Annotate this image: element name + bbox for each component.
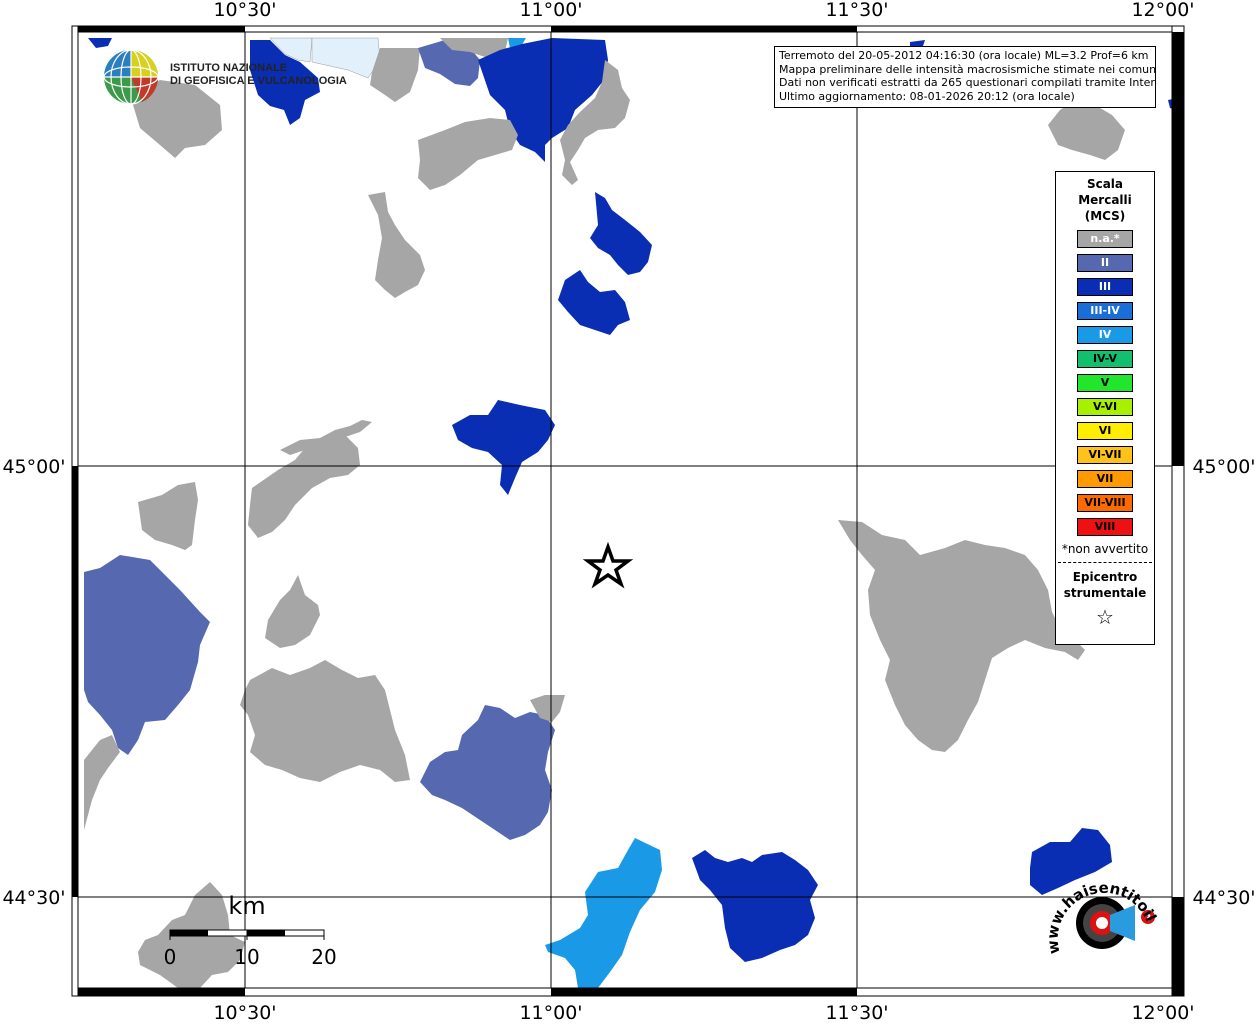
lat-tick-right: 44°30' — [1192, 887, 1255, 909]
legend-divider — [1058, 562, 1152, 563]
legend-star-icon: ☆ — [1096, 605, 1114, 629]
legend-title-line: (MCS) — [1084, 209, 1126, 223]
ingv-logo: ISTITUTO NAZIONALE DI GEOFISICA E VULCAN… — [102, 48, 347, 110]
legend-title: Scala Mercalli (MCS) — [1056, 176, 1154, 224]
info-line: Ultimo aggiornamento: 08-01-2026 20:12 (… — [779, 89, 1075, 103]
legend-item: III-IV — [1077, 302, 1133, 320]
legend-title-line: Mercalli — [1078, 193, 1132, 207]
lon-tick-top: 11°30' — [825, 0, 888, 21]
lon-tick-bottom: 10°30' — [213, 1002, 276, 1024]
legend-item: V-VI — [1077, 398, 1133, 416]
haisentito-logo: ? www.haisentitoilterremoto.it — [1040, 865, 1160, 955]
legend-item: V — [1077, 374, 1133, 392]
legend-items: n.a.* II III III-IV IV IV-V V V-VI VI VI-VII VII VI… — [1056, 230, 1154, 536]
scale-label-0: 0 — [164, 945, 177, 969]
legend-item: VIII — [1077, 518, 1133, 536]
mcs-legend: Scala Mercalli (MCS) n.a.* II III III-IV IV I… — [1055, 171, 1155, 645]
info-line: Terremoto del 20-05-2012 04:16:30 (ora l… — [779, 49, 1149, 62]
legend-item: IV-V — [1077, 350, 1133, 368]
legend-item: n.a.* — [1077, 230, 1133, 248]
lat-tick-left: 44°30' — [2, 887, 65, 909]
legend-note: *non avvertito — [1061, 542, 1149, 556]
legend-item: VII — [1077, 470, 1133, 488]
lat-tick-left: 45°00' — [2, 456, 65, 478]
legend-item: III — [1077, 278, 1133, 296]
lon-tick-bottom: 11°30' — [825, 1002, 888, 1024]
legend-epicenter-line: Epicentro — [1072, 570, 1138, 584]
legend-epicenter-label: Epicentro strumentale — [1056, 569, 1154, 601]
lat-tick-right: 45°00' — [1192, 456, 1255, 478]
earthquake-info-box: Terremoto del 20-05-2012 04:16:30 (ora l… — [774, 46, 1156, 108]
legend-item: IV — [1077, 326, 1133, 344]
globe-icon — [103, 49, 159, 105]
info-line: Dati non verificati estratti da 265 ques… — [779, 76, 1156, 89]
scale-label-20: 20 — [311, 945, 336, 969]
legend-item: VI-VII — [1077, 446, 1133, 464]
legend-epicenter-line: strumentale — [1063, 586, 1147, 600]
info-line: Mappa preliminare delle intensità macros… — [779, 62, 1156, 76]
ingv-line2: DI GEOFISICA E VULCANOLOGIA — [170, 75, 347, 87]
legend-title-line: Scala — [1086, 177, 1124, 191]
lon-tick-bottom: 11°00' — [519, 1002, 582, 1024]
lon-tick-bottom: 12°00' — [1131, 1002, 1194, 1024]
legend-item: II — [1077, 254, 1133, 272]
map-frame — [78, 32, 1178, 992]
lon-tick-top: 11°00' — [519, 0, 582, 21]
ingv-line1: ISTITUTO NAZIONALE — [170, 62, 288, 74]
legend-item: VII-VIII — [1077, 494, 1133, 512]
lon-tick-top: 12°00' — [1131, 0, 1194, 21]
lon-tick-top: 10°30' — [213, 0, 276, 21]
scale-unit: km — [228, 892, 265, 920]
scale-label-10: 10 — [234, 945, 259, 969]
legend-item: VI — [1077, 422, 1133, 440]
